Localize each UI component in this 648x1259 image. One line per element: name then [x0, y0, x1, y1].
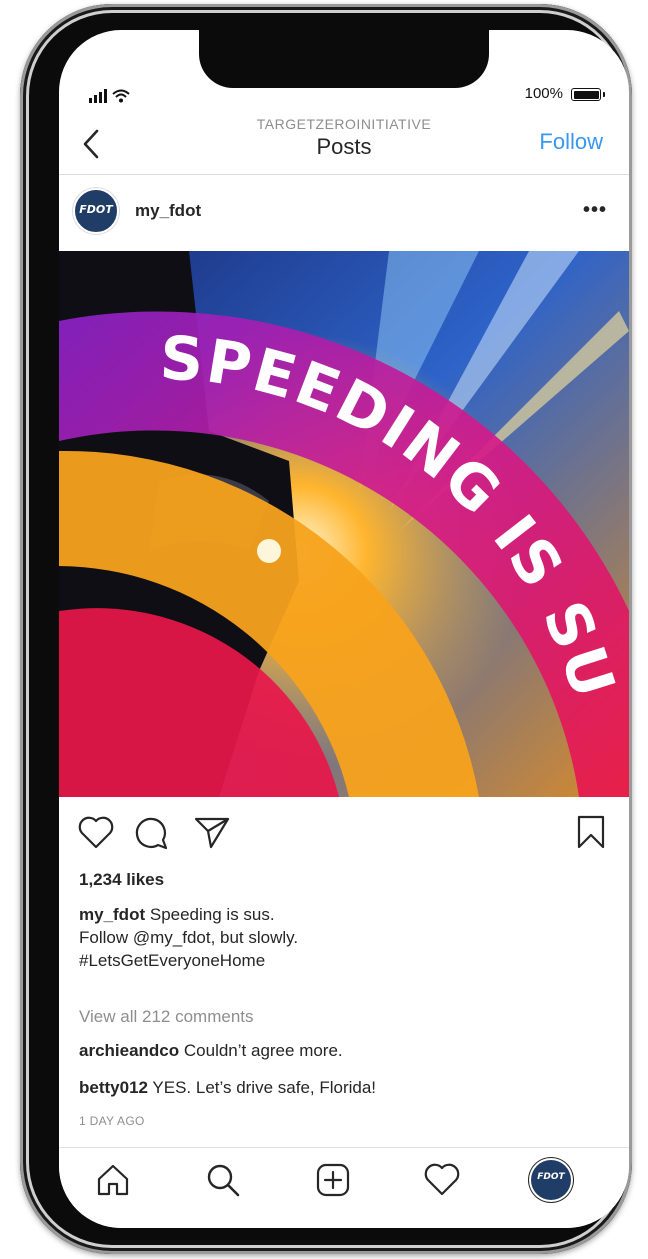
search-icon[interactable] — [205, 1162, 241, 1198]
bookmark-icon[interactable] — [575, 814, 607, 850]
phone-screen: 100% TARGETZEROINITIATIVE Posts Follow F… — [59, 30, 629, 1228]
battery-fill — [573, 90, 599, 99]
signal-wifi-icon — [89, 89, 130, 103]
avatar-logo-text: FDOT — [79, 203, 113, 216]
bottom-tab-bar: FDOT — [59, 1147, 629, 1228]
view-all-comments-link[interactable]: View all 212 comments — [79, 1007, 254, 1027]
phone-notch — [199, 30, 489, 88]
send-icon[interactable] — [193, 814, 231, 850]
phone-frame: 100% TARGETZEROINITIATIVE Posts Follow F… — [20, 4, 632, 1254]
home-icon[interactable] — [95, 1162, 131, 1198]
comment-username[interactable]: archieandco — [79, 1041, 179, 1060]
caption-line-1: Speeding is sus. — [149, 905, 275, 924]
comment-text: Couldn’t agree more. — [183, 1041, 343, 1060]
likes-count[interactable]: 1,234 likes — [79, 870, 164, 890]
post-header: FDOT my_fdot ••• — [59, 175, 629, 249]
post-caption: my_fdot Speeding is sus. Follow @my_fdot… — [79, 903, 599, 972]
comment-item: archieandco Couldn’t agree more. — [79, 1041, 343, 1061]
add-post-icon[interactable] — [315, 1162, 351, 1198]
post-username[interactable]: my_fdot — [135, 201, 201, 221]
caption-username[interactable]: my_fdot — [79, 905, 145, 924]
heart-icon[interactable] — [423, 1162, 461, 1198]
post-image-graphic: SPEEDING IS SUS. — [59, 251, 629, 797]
battery-percentage: 100% — [524, 85, 563, 102]
post-actions — [59, 810, 629, 856]
battery-icon — [571, 88, 601, 101]
status-bar: 100% — [59, 82, 629, 106]
profile-tab-avatar[interactable]: FDOT — [531, 1160, 571, 1200]
heart-icon[interactable] — [77, 814, 115, 850]
comment-username[interactable]: betty012 — [79, 1078, 148, 1097]
comment-text: YES. Let’s drive safe, Florida! — [152, 1078, 377, 1097]
battery-cap — [602, 92, 605, 97]
comment-item: betty012 YES. Let’s drive safe, Florida! — [79, 1078, 376, 1098]
avatar-logo-text: FDOT — [537, 1172, 565, 1182]
caption-line-3: #LetsGetEveryoneHome — [79, 951, 266, 970]
comment-icon[interactable] — [133, 814, 169, 850]
nav-bar: TARGETZEROINITIATIVE Posts Follow — [59, 114, 629, 175]
more-horizontal-icon[interactable]: ••• — [583, 199, 607, 222]
caption-line-2: Follow @my_fdot, but slowly. — [79, 928, 299, 947]
post-image[interactable]: SPEEDING IS SUS. — [59, 251, 629, 797]
avatar[interactable]: FDOT — [73, 188, 119, 234]
post-timestamp: 1 DAY AGO — [79, 1114, 145, 1128]
follow-button[interactable]: Follow — [539, 129, 603, 155]
